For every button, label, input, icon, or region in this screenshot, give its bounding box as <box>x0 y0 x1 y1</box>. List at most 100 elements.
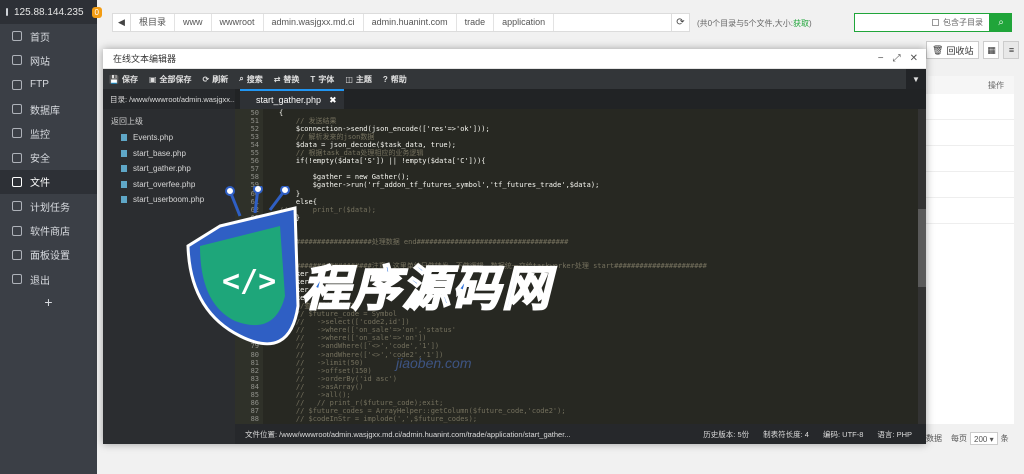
breadcrumb-item[interactable]: admin.huanint.com <box>364 14 457 31</box>
file-table-body <box>926 94 1014 424</box>
refresh-path-button[interactable]: ⟳ <box>671 14 689 31</box>
code-text: { <box>279 109 284 117</box>
toolbar-refresh-button[interactable]: ⟳ 刷新 <box>203 74 229 85</box>
editor-toolbar: 💾 保存 ▣ 全部保存 ⟳ 刷新 ⌕ 搜索 ⇄ 替换 T 字体 ◫ 主题 ? 帮助 ▼ <box>103 69 926 89</box>
list-view-button[interactable]: ≡ <box>1003 41 1020 59</box>
code-text: // ->select(['code2,id']) <box>279 318 410 327</box>
code-text: // ->asArray() <box>279 382 364 391</box>
parent-directory-link[interactable]: 返回上级 <box>103 109 235 130</box>
file-item[interactable]: start_userboom.php <box>103 192 235 208</box>
code-scrollbar[interactable] <box>918 109 926 424</box>
search-button[interactable]: ⌕ <box>990 13 1012 32</box>
sidebar-item-6[interactable]: 文件 <box>0 169 97 195</box>
toolbar-help-button[interactable]: ? 帮助 <box>383 74 407 85</box>
breadcrumb-item[interactable]: application <box>494 14 555 31</box>
file-icon <box>121 149 127 157</box>
table-row[interactable] <box>926 94 1014 120</box>
code-text: // ->orderBy('id asc') <box>279 374 398 383</box>
code-line[interactable]: 88 // $codeInStr = implode(',',$future_c… <box>235 415 915 424</box>
save-all-icon: ▣ <box>148 74 157 84</box>
tab-start-gather[interactable]: start_gather.php ✖ <box>240 89 344 109</box>
sidebar-item-10[interactable]: 退出 <box>0 267 97 291</box>
sidebar-item-7[interactable]: 计划任务 <box>0 194 97 218</box>
calendar-icon <box>12 201 22 212</box>
sidebar-item-0[interactable]: 首页 <box>0 24 97 48</box>
settings-icon <box>12 249 22 260</box>
breadcrumb-item[interactable]: admin.wasjgxx.md.ci <box>264 14 364 31</box>
file-item[interactable]: start_overfee.php <box>103 177 235 193</box>
history-versions[interactable]: 历史版本: 5份 <box>703 429 749 440</box>
file-name: Events.php <box>133 133 174 143</box>
sidebar-item-label: 首页 <box>30 32 50 44</box>
collapse-toolbar-button[interactable]: ▼ <box>906 69 926 89</box>
toolbar-font-button[interactable]: T 字体 <box>310 74 334 85</box>
breadcrumb-item[interactable]: wwwroot <box>212 14 264 31</box>
grid-view-button[interactable]: ▦ <box>983 41 1000 59</box>
file-name: start_userboom.php <box>133 195 205 205</box>
code-text: $gather->run('rf_addon_tf_futures_symbol… <box>279 181 600 190</box>
sidebar-item-label: 计划任务 <box>30 202 70 214</box>
sidebar-item-1[interactable]: 网站 <box>0 48 97 72</box>
path-breadcrumb-bar: ◀ 根目录 www wwwroot admin.wasjgxx.md.ci admin.… <box>112 13 690 32</box>
file-item[interactable]: start_gather.php <box>103 161 235 177</box>
tab-size[interactable]: 制表符长度: 4 <box>763 429 809 440</box>
online-text-editor: 在线文本编辑器 − ⤢ ✕ 💾 保存 ▣ 全部保存 ⟳ 刷新 ⌕ 搜索 ⇄ 替换 T 字体 ◫ 主题? 帮助… <box>103 49 926 444</box>
per-page-select[interactable]: 200 ▾ <box>970 432 998 445</box>
file-item[interactable]: Events.php <box>103 130 235 146</box>
toolbar-save-all-button[interactable]: ▣ 全部保存 <box>149 74 192 85</box>
table-row[interactable] <box>926 172 1014 198</box>
add-shortcut-button[interactable]: + <box>0 294 97 310</box>
toolbar-label: 替换 <box>283 74 300 84</box>
close-icon[interactable]: ✕ <box>910 53 918 64</box>
sidebar-item-label: 退出 <box>30 275 50 287</box>
get-size-link[interactable]: 获取 <box>793 19 809 28</box>
file-icon <box>121 196 127 204</box>
sidebar-item-5[interactable]: 安全 <box>0 145 97 169</box>
sidebar-item-label: 文件 <box>30 178 50 190</box>
file-name: start_base.php <box>133 148 186 158</box>
replace-icon: ⇄ <box>273 74 281 84</box>
include-subdir-checkbox[interactable] <box>932 19 939 26</box>
code-text: if(!empty($data['S']) || !empty($data['C… <box>279 157 486 166</box>
close-tab-icon[interactable]: ✖ <box>329 95 337 106</box>
file-name: start_overfee.php <box>133 179 196 189</box>
breadcrumb-item[interactable]: trade <box>457 14 495 31</box>
table-row[interactable] <box>926 120 1014 146</box>
toolbar-theme-button[interactable]: ◫ 主题 <box>345 74 372 85</box>
minimize-icon[interactable]: − <box>878 53 884 64</box>
shield-icon <box>12 152 22 163</box>
toolbar-replace-button[interactable]: ⇄ 替换 <box>274 74 300 85</box>
sidebar-item-2[interactable]: FTP <box>0 73 97 97</box>
breadcrumb-item[interactable]: www <box>175 14 212 31</box>
per-page-value: 200 <box>974 435 988 444</box>
font-icon: T <box>310 74 316 84</box>
breadcrumb-item[interactable]: 根目录 <box>131 14 176 31</box>
sidebar-item-8[interactable]: 软件商店 <box>0 218 97 242</box>
sidebar-item-3[interactable]: 数据库 <box>0 97 97 121</box>
file-item[interactable]: start_base.php <box>103 146 235 162</box>
toolbar-search-button[interactable]: ⌕ 搜索 <box>239 74 262 85</box>
file-name: start_gather.php <box>133 164 191 174</box>
toolbar-save-button[interactable]: 💾 保存 <box>109 74 138 85</box>
code-text: // ->andWhere(['<>','code','1']) <box>279 342 440 351</box>
table-row[interactable] <box>926 146 1014 172</box>
nav-list: 首页网站 FTP 数据库监控安全文件计划任务软件商店 面板设置退出 <box>0 24 97 291</box>
file-search-input[interactable]: 包含子目录 <box>854 13 990 32</box>
recycle-bin-button[interactable]: 🗑 回收站 <box>926 41 980 59</box>
sidebar-item-9[interactable]: 面板设置 <box>0 243 97 267</box>
language[interactable]: 语言: PHP <box>877 429 912 440</box>
sidebar-item-4[interactable]: 监控 <box>0 121 97 145</box>
editor-tabs: start_gather.php ✖ <box>235 89 926 109</box>
back-button[interactable]: ◀ <box>113 14 131 31</box>
database-icon <box>12 104 22 115</box>
sidebar-item-label: 网站 <box>30 56 50 68</box>
file-icon <box>121 134 127 142</box>
maximize-icon[interactable]: ⤢ <box>893 53 901 64</box>
code-text: $connection->send(json_encode(['res'=>'o… <box>279 125 490 134</box>
notification-badge[interactable]: 0 <box>91 6 102 18</box>
editor-file-tree: 目录: /www/wwwroot/admin.wasjgxx... 返回上级 E… <box>103 89 235 444</box>
sidebar-item-label: 监控 <box>30 129 50 141</box>
scrollbar-thumb[interactable] <box>918 209 926 287</box>
encoding[interactable]: 编码: UTF-8 <box>823 429 863 440</box>
table-row[interactable] <box>926 198 1014 224</box>
